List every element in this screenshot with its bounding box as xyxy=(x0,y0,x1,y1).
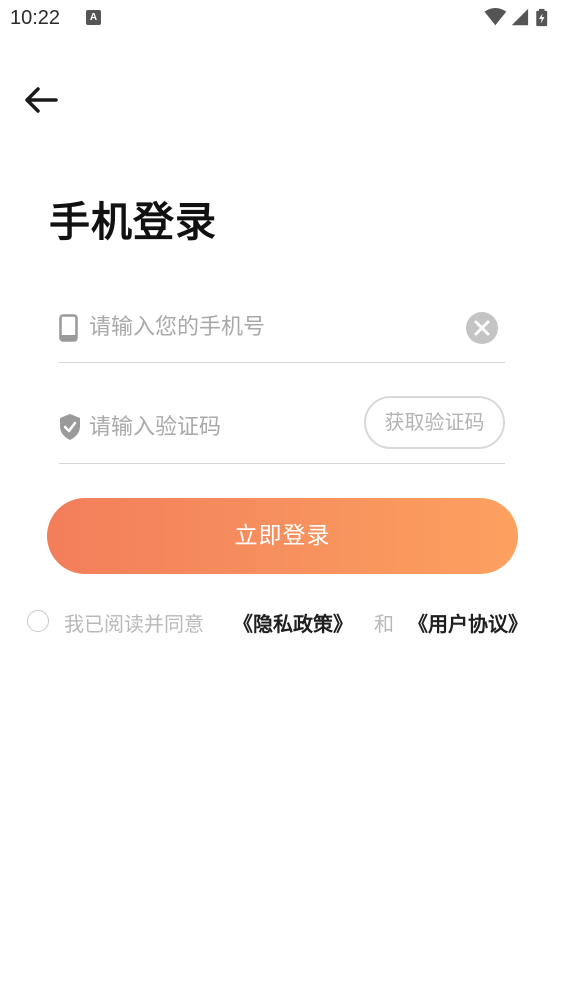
code-input[interactable] xyxy=(89,410,339,444)
status-time: 10:22 xyxy=(10,7,61,29)
phone-field xyxy=(59,300,505,363)
clear-button[interactable] xyxy=(466,312,498,344)
notification-icon: A xyxy=(86,10,101,25)
battery-charging-icon xyxy=(536,8,548,27)
phone-input[interactable] xyxy=(89,310,389,344)
arrow-left-icon xyxy=(25,87,58,113)
mobile-phone-icon xyxy=(59,314,78,342)
user-agreement-link[interactable]: 《用户协议》 xyxy=(408,608,528,637)
signal-icon xyxy=(511,8,529,26)
privacy-policy-link[interactable]: 《隐私政策》 xyxy=(233,608,353,637)
wifi-icon xyxy=(484,8,507,26)
agreement-conjunction: 和 xyxy=(374,612,394,636)
back-button[interactable] xyxy=(22,84,62,116)
page-title: 手机登录 xyxy=(49,198,217,246)
agreement-row: 我已阅读并同意 《隐私政策》 和 《用户协议》 xyxy=(27,606,557,636)
shield-check-icon xyxy=(60,414,80,440)
agree-checkbox[interactable] xyxy=(27,610,49,632)
login-button[interactable]: 立即登录 xyxy=(47,498,518,574)
code-field: 获取验证码 xyxy=(59,396,505,464)
clear-circle-icon xyxy=(474,320,490,336)
status-icons xyxy=(484,8,548,27)
agreement-prefix: 我已阅读并同意 xyxy=(64,612,204,636)
status-bar: 10:22 A xyxy=(0,0,565,38)
get-code-button[interactable]: 获取验证码 xyxy=(364,396,505,449)
